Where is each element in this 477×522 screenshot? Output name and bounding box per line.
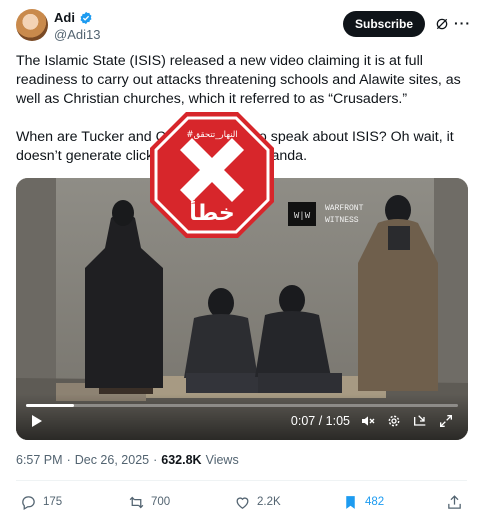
share-button[interactable]	[446, 487, 463, 517]
stamp-hashtag: #النهار_تتحقق	[186, 130, 237, 140]
views-label: Views	[205, 453, 239, 467]
tweet-header: Adi @Adi13 Subscribe ···	[16, 9, 470, 45]
reply-button[interactable]: 175	[20, 487, 62, 517]
watermark-line-1: WARFRONT	[325, 204, 364, 213]
like-button[interactable]: 2.2K	[234, 487, 281, 517]
meta-separator: ·	[153, 453, 158, 467]
author-handle[interactable]: @Adi13	[54, 27, 100, 42]
bookmark-count: 482	[365, 496, 385, 508]
picture-in-picture-icon[interactable]	[412, 413, 428, 429]
reply-count: 175	[43, 496, 63, 508]
video-progress-bar[interactable]	[26, 404, 458, 407]
bookmark-button[interactable]: 482	[342, 487, 384, 517]
tweet-meta: 6:57 PM · Dec 26, 2025 · 632.8K Views	[16, 453, 239, 467]
heart-icon	[236, 496, 249, 509]
bookmark-icon	[346, 495, 355, 509]
views-count: 632.8K	[161, 453, 202, 467]
tweet-time[interactable]: 6:57 PM	[16, 453, 63, 467]
tweet-date[interactable]: Dec 26, 2025	[75, 453, 149, 467]
repost-icon	[129, 496, 144, 508]
subscribe-button[interactable]: Subscribe	[343, 11, 425, 37]
meta-separator: ·	[66, 453, 71, 467]
volume-muted-icon[interactable]	[360, 413, 376, 429]
tweet-paragraph-1: The Islamic State (ISIS) released a new …	[16, 53, 465, 107]
avatar[interactable]	[16, 9, 48, 41]
grok-icon[interactable]	[435, 17, 449, 31]
svg-text:W|W: W|W	[294, 211, 311, 221]
play-icon[interactable]	[28, 413, 44, 429]
watermark-line-2: WITNESS	[325, 216, 359, 225]
divider	[16, 480, 467, 481]
repost-count: 700	[151, 496, 171, 508]
fact-check-false-stamp: #النهار_تتحقق خطأ	[150, 112, 274, 238]
video-time: 0:07 / 1:05	[290, 414, 350, 428]
share-icon	[448, 494, 461, 509]
reply-icon	[22, 495, 35, 510]
settings-gear-icon[interactable]	[386, 413, 402, 429]
fullscreen-icon[interactable]	[438, 413, 454, 429]
video-controls: 0:07 / 1:05	[16, 394, 468, 440]
stamp-verdict: خطأ	[189, 197, 235, 226]
author-name-row[interactable]: Adi	[54, 10, 93, 25]
repost-button[interactable]: 700	[128, 487, 170, 517]
verified-badge-icon	[80, 11, 92, 24]
tweet-actions: 175 700 2.2K 482	[16, 487, 468, 517]
author-name[interactable]: Adi	[54, 10, 75, 25]
video-progress-fill	[26, 404, 74, 407]
like-count: 2.2K	[257, 496, 281, 508]
more-options-icon[interactable]: ···	[454, 15, 470, 31]
